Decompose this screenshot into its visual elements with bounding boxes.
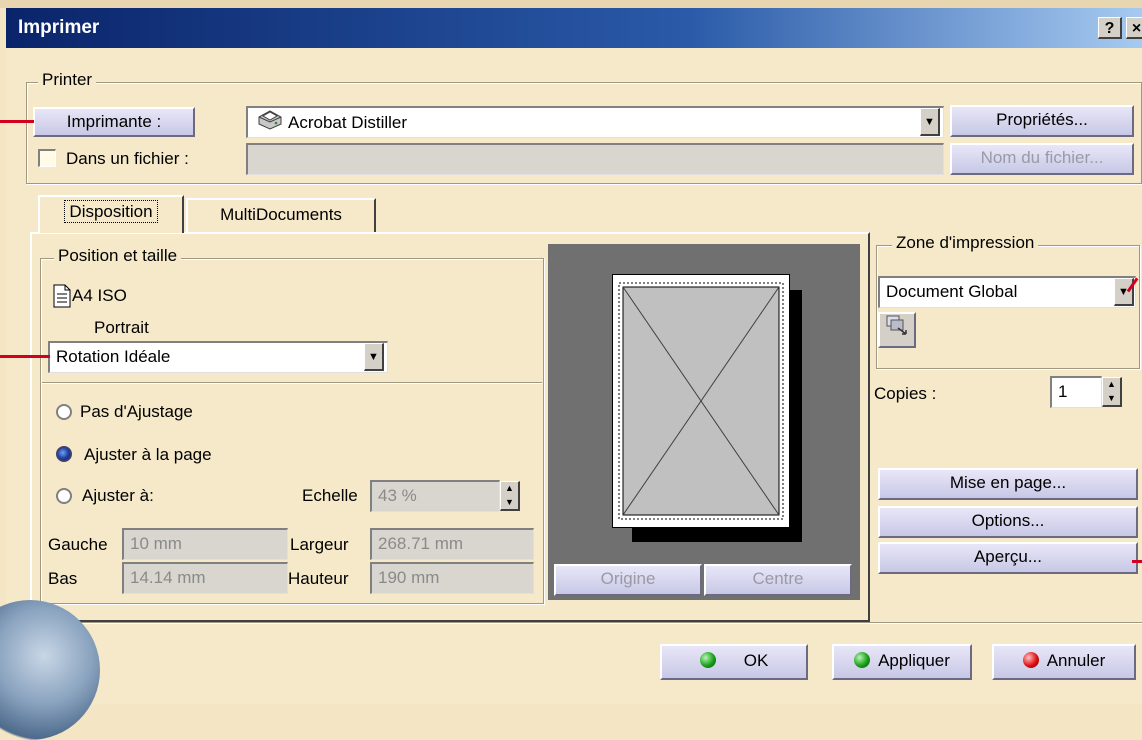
cancel-label: Annuler	[1046, 651, 1106, 670]
zone-select-button[interactable]	[878, 312, 916, 348]
left-input: 10 mm	[122, 528, 288, 560]
footer-divider	[6, 622, 1142, 624]
paper-size: A4 ISO	[72, 286, 127, 305]
printer-group-label: Printer	[38, 70, 97, 90]
background-strip	[0, 0, 1142, 8]
annotation-line-rotation	[0, 355, 50, 358]
spin-up-icon[interactable]: ▲	[1103, 378, 1120, 392]
fit-page-label: Ajuster à la page	[84, 445, 212, 464]
printable-area	[618, 282, 784, 520]
position-size-group-label: Position et taille	[54, 246, 182, 266]
page-icon	[52, 284, 72, 313]
copies-input[interactable]: 1	[1050, 376, 1102, 408]
zone-select-icon	[886, 315, 907, 335]
bottom-input: 14.14 mm	[122, 562, 288, 594]
file-path-field	[246, 143, 944, 175]
fit-to-radio[interactable]	[56, 488, 72, 504]
ok-label: OK	[743, 651, 769, 670]
printer-name: Acrobat Distiller	[288, 112, 408, 132]
window-title: Imprimer	[18, 17, 100, 38]
page-sheet	[612, 274, 790, 528]
apply-button[interactable]: Appliquer	[832, 644, 972, 680]
orientation: Portrait	[94, 318, 149, 337]
apply-icon	[854, 652, 871, 668]
fit-to-label: Ajuster à:	[82, 486, 154, 505]
width-label: Largeur	[290, 535, 349, 554]
close-button[interactable]: ×	[1126, 17, 1142, 39]
no-fit-radio[interactable]	[56, 404, 72, 420]
height-label: Hauteur	[288, 569, 349, 588]
printer-select[interactable]: Acrobat Distiller	[246, 106, 944, 138]
annotation-line-preview	[1132, 560, 1142, 563]
printer-dropdown-arrow-icon[interactable]: ▼	[920, 108, 940, 136]
fit-page-radio[interactable]	[56, 446, 72, 462]
rotation-select[interactable]: Rotation Idéale	[48, 341, 388, 373]
properties-button[interactable]: Propriétés...	[950, 105, 1134, 137]
tab-multidocuments[interactable]: MultiDocuments	[186, 198, 376, 232]
scale-spinner: ▲ ▼	[500, 481, 520, 511]
rotation-dropdown-arrow-icon[interactable]: ▼	[364, 343, 384, 371]
print-zone-group-label: Zone d'impression	[892, 233, 1039, 253]
print-zone-select[interactable]: Document Global	[878, 276, 1136, 308]
cancel-button[interactable]: Annuler	[992, 644, 1136, 680]
print-dialog: Printer Imprimante : Acrobat Distiller ▼…	[6, 48, 1142, 704]
preview-button[interactable]: Aperçu...	[878, 542, 1138, 574]
printer-icon	[256, 108, 288, 137]
ok-button[interactable]: OK	[660, 644, 808, 680]
ok-icon	[699, 652, 716, 668]
no-fit-label: Pas d'Ajustage	[80, 402, 193, 421]
to-file-label: Dans un fichier :	[66, 149, 189, 168]
height-input: 190 mm	[370, 562, 534, 594]
scale-input: 43 %	[370, 480, 500, 512]
spin-down-icon[interactable]: ▼	[1103, 392, 1120, 406]
title-bar[interactable]: Imprimer ? ×	[6, 8, 1142, 48]
copies-label: Copies :	[874, 384, 937, 403]
spin-up-icon: ▲	[505, 483, 514, 493]
options-button[interactable]: Options...	[878, 506, 1138, 538]
cancel-icon	[1022, 652, 1039, 668]
annotation-line-printer	[0, 120, 34, 123]
tab-disposition-label: Disposition	[64, 200, 158, 223]
width-input: 268.71 mm	[370, 528, 534, 560]
page-setup-button[interactable]: Mise en page...	[878, 468, 1138, 500]
copies-spinner[interactable]: ▲ ▼	[1102, 377, 1122, 407]
printer-button[interactable]: Imprimante :	[33, 107, 195, 137]
page-preview[interactable]	[548, 244, 860, 600]
divider	[42, 382, 542, 384]
bottom-label: Bas	[48, 569, 78, 588]
center-button: Centre	[704, 564, 852, 596]
spin-down-icon: ▼	[505, 496, 514, 507]
left-label: Gauche	[48, 535, 108, 554]
tab-disposition[interactable]: Disposition	[38, 195, 184, 233]
help-button[interactable]: ?	[1098, 17, 1122, 39]
apply-label: Appliquer	[878, 651, 950, 670]
scale-label: Echelle	[302, 486, 358, 505]
origin-button: Origine	[554, 564, 702, 596]
file-name-button: Nom du fichier...	[950, 143, 1134, 175]
to-file-checkbox[interactable]	[38, 149, 56, 167]
